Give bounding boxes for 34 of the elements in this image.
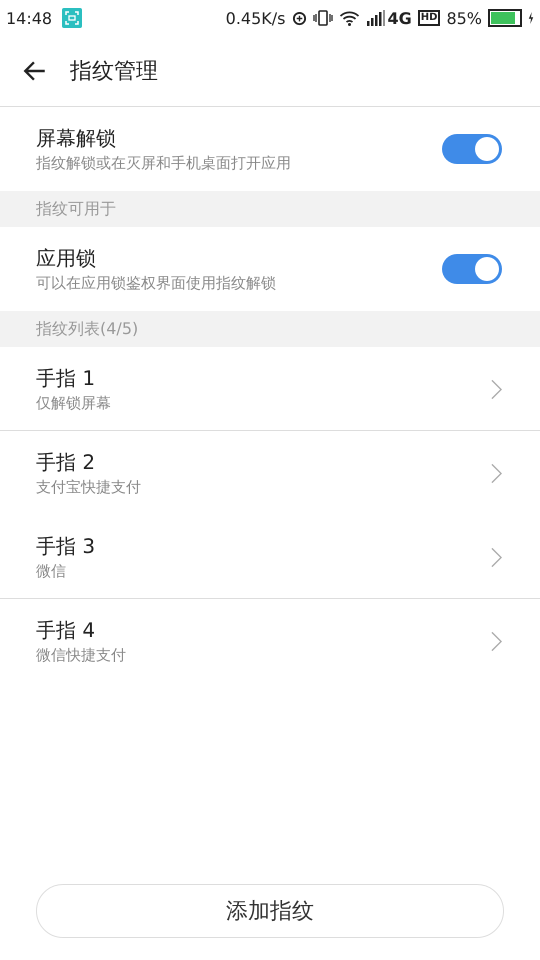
network-type: 4G — [388, 8, 412, 28]
fingerprint-name[interactable]: 手指 4 — [36, 617, 126, 644]
charging-icon — [528, 11, 534, 25]
fingerprint-usage: 支付宝快捷支付 — [36, 478, 141, 497]
hd-badge: HD — [418, 10, 440, 26]
setting-title: 屏幕解锁 — [36, 125, 117, 152]
chevron-right-icon[interactable] — [491, 378, 502, 400]
network-speed: 0.45K/s — [226, 8, 286, 28]
toggle-switch[interactable] — [442, 254, 502, 284]
battery-icon — [488, 9, 522, 27]
signal-icon — [366, 10, 386, 26]
wifi-icon — [338, 10, 360, 26]
toggle-switch[interactable] — [442, 134, 502, 164]
vibrate-icon — [312, 10, 332, 26]
chevron-right-icon[interactable] — [491, 462, 502, 484]
setting-description: 可以在应用锁鉴权界面使用指纹解锁 — [36, 274, 276, 293]
section-header: 指纹可用于 — [36, 198, 116, 220]
fingerprint-name[interactable]: 手指 3 — [36, 533, 96, 560]
page-title: 指纹管理 — [70, 58, 158, 86]
battery-percent: 85% — [446, 8, 482, 28]
fingerprint-usage: 微信 — [36, 562, 67, 581]
fingerprint-usage: 仅解锁屏幕 — [36, 394, 111, 413]
setting-description: 指纹解锁或在灭屏和手机桌面打开应用 — [36, 154, 291, 173]
screenshot-icon — [62, 8, 82, 28]
fingerprint-name[interactable]: 手指 1 — [36, 365, 111, 392]
add-fingerprint-button[interactable]: 添加指纹 — [36, 884, 504, 938]
data-saver-icon — [292, 10, 306, 26]
section-header: 指纹列表(4/5) — [36, 318, 138, 340]
fingerprint-name[interactable]: 手指 2 — [36, 449, 141, 476]
fingerprint-usage: 微信快捷支付 — [36, 646, 126, 665]
chevron-right-icon[interactable] — [491, 546, 502, 568]
chevron-right-icon[interactable] — [491, 630, 502, 652]
status-time: 14:48 — [6, 8, 52, 28]
setting-title: 应用锁 — [36, 245, 97, 272]
